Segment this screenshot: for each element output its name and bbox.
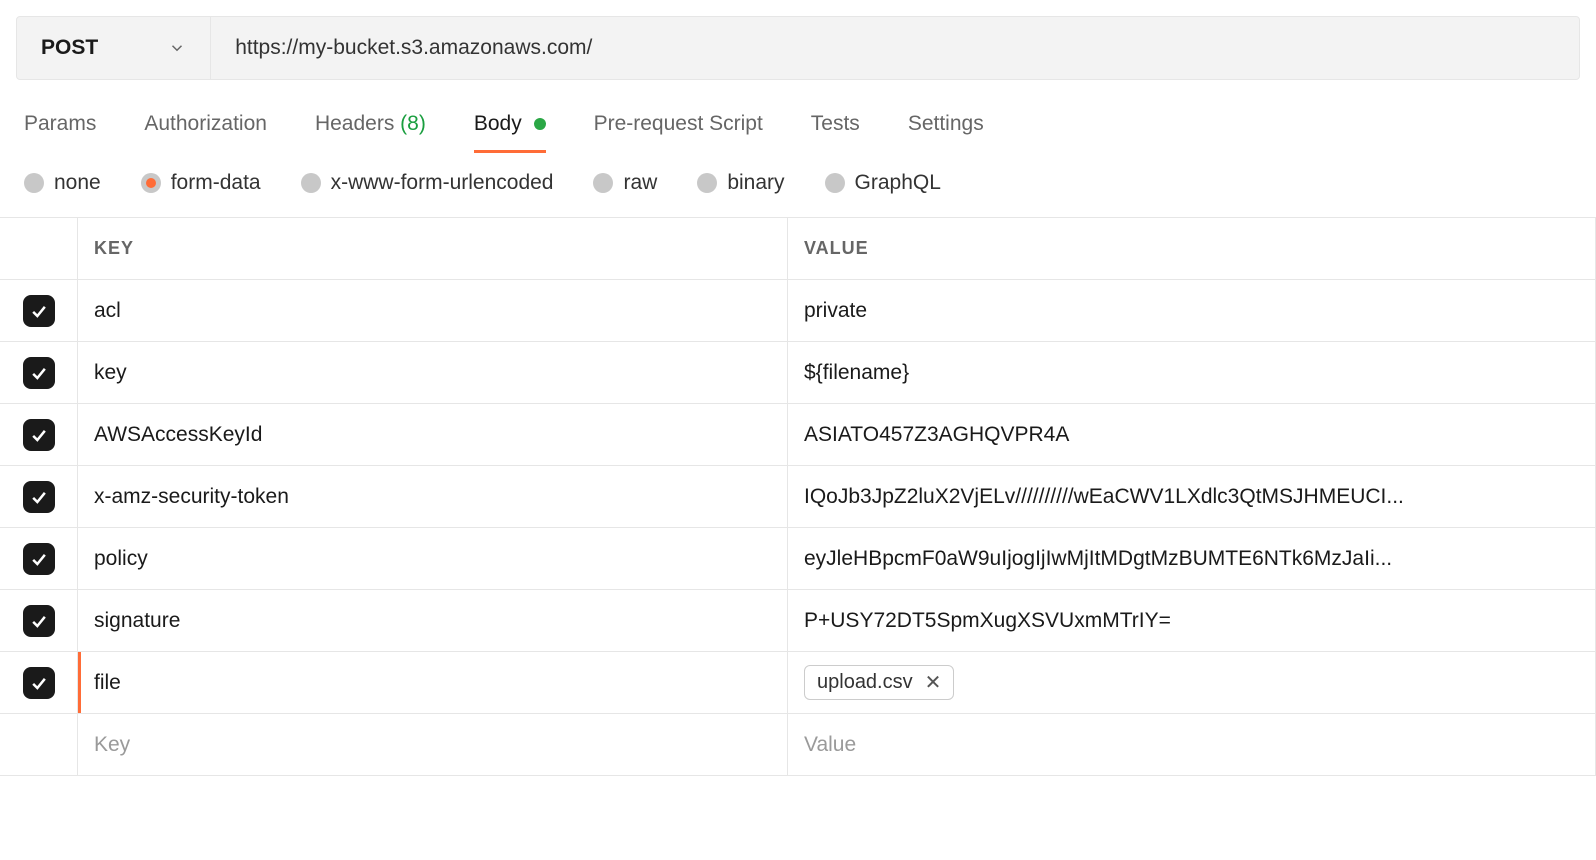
radio-icon <box>301 173 321 193</box>
body-type-label: binary <box>727 171 784 195</box>
kv-enable-checkbox[interactable] <box>0 652 78 713</box>
kv-value-text: eyJleHBpcmF0aW9uIjogIjIwMjItMDgtMzBUMTE6… <box>804 547 1579 571</box>
body-type-raw[interactable]: raw <box>593 171 657 195</box>
kv-row: signature P+USY72DT5SpmXugXSVUxmMTrIY= <box>0 590 1596 652</box>
tab-tests[interactable]: Tests <box>811 104 860 153</box>
kv-key-cell[interactable]: file <box>78 652 788 713</box>
kv-key-cell[interactable]: key <box>78 342 788 403</box>
kv-value-cell[interactable]: ${filename} <box>788 342 1596 403</box>
body-indicator-dot <box>534 118 546 130</box>
kv-enable-checkbox[interactable] <box>0 342 78 403</box>
kv-key-cell[interactable]: policy <box>78 528 788 589</box>
kv-value-header: VALUE <box>788 218 1596 279</box>
kv-value-placeholder[interactable]: Value <box>788 714 1596 775</box>
tab-body[interactable]: Body <box>474 104 546 153</box>
radio-icon <box>141 173 161 193</box>
kv-new-row[interactable]: Key Value <box>0 714 1596 776</box>
kv-enable-checkbox[interactable] <box>0 280 78 341</box>
kv-value-text: IQoJb3JpZ2luX2VjELv//////////wEaCWV1LXdl… <box>804 485 1579 509</box>
kv-enable-checkbox[interactable] <box>0 528 78 589</box>
headers-count-badge: (8) <box>400 112 426 135</box>
kv-check-header <box>0 218 78 279</box>
request-tabs: Params Authorization Headers (8) Body Pr… <box>0 96 1596 153</box>
kv-row: x-amz-security-token IQoJb3JpZ2luX2VjELv/… <box>0 466 1596 528</box>
form-data-table: KEY VALUE acl private key ${filename} AWSAcc… <box>0 217 1596 776</box>
http-method-label: POST <box>41 36 98 60</box>
body-type-label: x-www-form-urlencoded <box>331 171 554 195</box>
body-type-label: GraphQL <box>855 171 941 195</box>
checkbox-checked-icon <box>23 481 55 513</box>
tab-headers[interactable]: Headers (8) <box>315 104 426 153</box>
kv-key-header: KEY <box>78 218 788 279</box>
checkbox-checked-icon <box>23 543 55 575</box>
body-type-none[interactable]: none <box>24 171 101 195</box>
kv-value-cell[interactable]: ASIATO457Z3AGHQVPR4A <box>788 404 1596 465</box>
radio-icon <box>825 173 845 193</box>
radio-icon <box>697 173 717 193</box>
kv-key-cell[interactable]: x-amz-security-token <box>78 466 788 527</box>
kv-value-cell[interactable]: upload.csv ✕ <box>788 652 1596 713</box>
kv-value-cell[interactable]: IQoJb3JpZ2luX2VjELv//////////wEaCWV1LXdl… <box>788 466 1596 527</box>
kv-header-row: KEY VALUE <box>0 218 1596 280</box>
kv-enable-checkbox[interactable] <box>0 590 78 651</box>
request-url-bar: POST <box>16 16 1580 80</box>
kv-value-text: P+USY72DT5SpmXugXSVUxmMTrIY= <box>804 609 1579 633</box>
body-type-selector: none form-data x-www-form-urlencoded raw… <box>0 153 1596 217</box>
file-chip[interactable]: upload.csv ✕ <box>804 665 954 700</box>
kv-value-cell[interactable]: private <box>788 280 1596 341</box>
body-type-binary[interactable]: binary <box>697 171 784 195</box>
kv-key-cell[interactable]: AWSAccessKeyId <box>78 404 788 465</box>
close-icon[interactable]: ✕ <box>925 670 942 695</box>
kv-row: file upload.csv ✕ <box>0 652 1596 714</box>
tab-pre-request-script[interactable]: Pre-request Script <box>594 104 763 153</box>
request-url-input[interactable] <box>211 17 1579 79</box>
checkbox-checked-icon <box>23 605 55 637</box>
kv-value-text: ASIATO457Z3AGHQVPR4A <box>804 423 1579 447</box>
kv-row: acl private <box>0 280 1596 342</box>
kv-key-cell[interactable]: signature <box>78 590 788 651</box>
tab-params[interactable]: Params <box>24 104 96 153</box>
kv-row: AWSAccessKeyId ASIATO457Z3AGHQVPR4A <box>0 404 1596 466</box>
checkbox-checked-icon <box>23 357 55 389</box>
body-type-label: none <box>54 171 101 195</box>
body-type-form-data[interactable]: form-data <box>141 171 261 195</box>
kv-row: key ${filename} <box>0 342 1596 404</box>
tab-headers-label: Headers <box>315 112 394 135</box>
kv-check-placeholder <box>0 714 78 775</box>
checkbox-checked-icon <box>23 667 55 699</box>
kv-value-text: ${filename} <box>804 361 1579 385</box>
tab-settings[interactable]: Settings <box>908 104 984 153</box>
body-type-graphql[interactable]: GraphQL <box>825 171 941 195</box>
checkbox-checked-icon <box>23 295 55 327</box>
body-type-label: raw <box>623 171 657 195</box>
kv-value-text: private <box>804 299 1579 323</box>
kv-enable-checkbox[interactable] <box>0 466 78 527</box>
body-type-label: form-data <box>171 171 261 195</box>
kv-value-cell[interactable]: eyJleHBpcmF0aW9uIjogIjIwMjItMDgtMzBUMTE6… <box>788 528 1596 589</box>
http-method-dropdown[interactable]: POST <box>17 17 211 79</box>
checkbox-checked-icon <box>23 419 55 451</box>
body-type-x-www-form-urlencoded[interactable]: x-www-form-urlencoded <box>301 171 554 195</box>
tab-authorization[interactable]: Authorization <box>144 104 267 153</box>
file-chip-name: upload.csv <box>817 671 913 694</box>
radio-icon <box>593 173 613 193</box>
kv-key-placeholder[interactable]: Key <box>78 714 788 775</box>
kv-value-cell[interactable]: P+USY72DT5SpmXugXSVUxmMTrIY= <box>788 590 1596 651</box>
kv-row: policy eyJleHBpcmF0aW9uIjogIjIwMjItMDgtMz… <box>0 528 1596 590</box>
tab-body-label: Body <box>474 112 522 135</box>
kv-enable-checkbox[interactable] <box>0 404 78 465</box>
chevron-down-icon <box>168 39 186 57</box>
radio-icon <box>24 173 44 193</box>
kv-key-cell[interactable]: acl <box>78 280 788 341</box>
